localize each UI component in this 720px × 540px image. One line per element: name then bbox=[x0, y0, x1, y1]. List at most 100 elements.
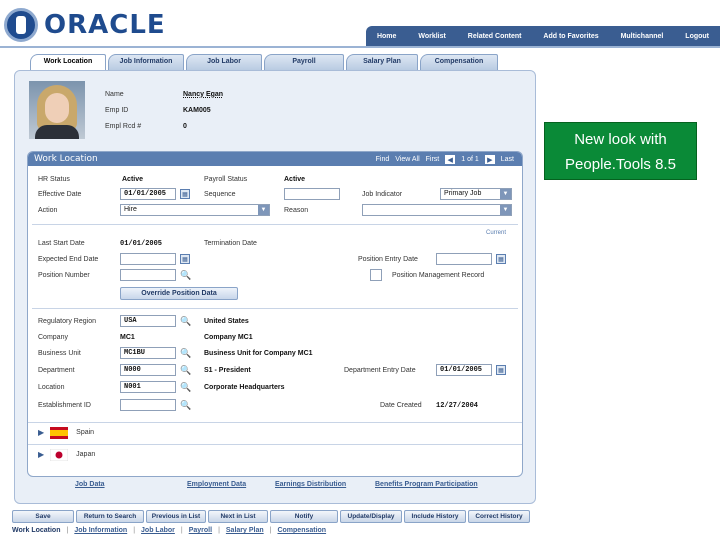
nav-add-favorites-link[interactable]: Add to Favorites bbox=[543, 33, 598, 40]
calendar-icon[interactable]: ▦ bbox=[180, 189, 190, 199]
last-link[interactable]: Last bbox=[501, 156, 514, 163]
view-all-link[interactable]: View All bbox=[395, 156, 419, 163]
department-entry-date-input[interactable]: 01/01/2005 bbox=[436, 364, 492, 376]
tab-compensation[interactable]: Compensation bbox=[420, 54, 498, 70]
employment-data-link[interactable]: Employment Data bbox=[187, 481, 246, 488]
return-to-search-button[interactable]: Return to Search bbox=[76, 510, 144, 523]
position-number-label: Position Number bbox=[38, 272, 90, 279]
sequence-label: Sequence bbox=[204, 191, 236, 198]
previous-in-list-button[interactable]: Previous in List bbox=[146, 510, 206, 523]
top-navigation: Home Worklist Related Content Add to Fav… bbox=[366, 26, 720, 46]
department-label: Department bbox=[38, 367, 75, 374]
feature-callout: New look with People.Tools 8.5 bbox=[544, 122, 697, 180]
job-indicator-label: Job Indicator bbox=[362, 191, 403, 198]
position-management-label: Position Management Record bbox=[392, 272, 485, 279]
last-start-date-label: Last Start Date bbox=[38, 240, 85, 247]
search-icon[interactable]: 🔍 bbox=[180, 365, 191, 375]
regulatory-region-input[interactable]: USA bbox=[120, 315, 176, 327]
tab-work-location[interactable]: Work Location bbox=[30, 54, 106, 70]
include-history-button[interactable]: Include History bbox=[404, 510, 466, 523]
language-row-japan[interactable]: ▶ Japan bbox=[28, 444, 522, 464]
expand-triangle-icon[interactable]: ▶ bbox=[38, 450, 44, 459]
earnings-distribution-link[interactable]: Earnings Distribution bbox=[275, 481, 346, 488]
row-position: 1 of 1 bbox=[461, 156, 479, 163]
emp-id-value: KAM005 bbox=[183, 107, 211, 114]
search-icon[interactable]: 🔍 bbox=[180, 270, 191, 280]
department-description: S1 - President bbox=[204, 367, 251, 374]
tab-job-labor[interactable]: Job Labor bbox=[186, 54, 262, 70]
nav-multichannel-link[interactable]: Multichannel bbox=[621, 33, 664, 40]
search-icon[interactable]: 🔍 bbox=[180, 316, 191, 326]
nav-logout-link[interactable]: Logout bbox=[685, 33, 709, 40]
reason-select[interactable]: ▼ bbox=[362, 204, 512, 216]
override-position-data-button[interactable]: Override Position Data bbox=[120, 287, 238, 300]
previous-row-icon[interactable]: ◀ bbox=[445, 155, 456, 164]
position-number-input[interactable] bbox=[120, 269, 176, 281]
language-name: Japan bbox=[76, 451, 96, 458]
name-label: Name bbox=[105, 91, 124, 98]
position-management-checkbox[interactable] bbox=[370, 269, 382, 281]
establishment-id-input[interactable] bbox=[120, 399, 176, 411]
bottom-link-compensation[interactable]: Compensation bbox=[277, 527, 326, 534]
bottom-link-job-information[interactable]: Job Information bbox=[74, 527, 127, 534]
date-created-value: 12/27/2004 bbox=[436, 402, 479, 410]
employee-name[interactable]: Nancy Egan bbox=[183, 91, 223, 98]
language-row-spain[interactable]: ▶ Spain bbox=[28, 422, 522, 442]
tab-job-information[interactable]: Job Information bbox=[108, 54, 184, 70]
bottom-link-job-labor[interactable]: Job Labor bbox=[141, 527, 175, 534]
tab-payroll[interactable]: Payroll bbox=[264, 54, 344, 70]
section-divider bbox=[32, 308, 518, 309]
empl-rcd-label: Empl Rcd # bbox=[105, 123, 142, 130]
business-unit-input[interactable]: MC1BU bbox=[120, 347, 176, 359]
calendar-icon[interactable]: ▦ bbox=[180, 254, 190, 264]
establishment-id-label: Establishment ID bbox=[38, 402, 91, 409]
effective-date-input[interactable]: 01/01/2005 bbox=[120, 188, 176, 200]
spain-flag-icon bbox=[50, 426, 69, 439]
work-location-section: Work Location Find View All First ◀ 1 of… bbox=[27, 151, 523, 477]
location-input[interactable]: N001 bbox=[120, 381, 176, 393]
page-tabs: Work Location Job Information Job Labor … bbox=[30, 54, 498, 70]
update-display-button[interactable]: Update/Display bbox=[340, 510, 402, 523]
calendar-icon[interactable]: ▦ bbox=[496, 365, 506, 375]
benefits-program-link[interactable]: Benefits Program Participation bbox=[375, 481, 478, 488]
nav-worklist-link[interactable]: Worklist bbox=[418, 33, 446, 40]
work-location-header: Work Location Find View All First ◀ 1 of… bbox=[28, 152, 522, 166]
nav-home-link[interactable]: Home bbox=[377, 33, 396, 40]
job-indicator-select[interactable]: Primary Job ▼ bbox=[440, 188, 512, 200]
current-indicator: Current bbox=[486, 230, 507, 236]
oracle-emblem-icon bbox=[4, 8, 38, 42]
notify-button[interactable]: Notify bbox=[270, 510, 338, 523]
chevron-down-icon: ▼ bbox=[500, 189, 511, 199]
chevron-down-icon: ▼ bbox=[258, 205, 269, 215]
expand-triangle-icon[interactable]: ▶ bbox=[38, 428, 44, 437]
correct-history-button[interactable]: Correct History bbox=[468, 510, 530, 523]
save-button[interactable]: Save bbox=[12, 510, 74, 523]
job-data-panel: Name Nancy Egan Emp ID KAM005 Empl Rcd #… bbox=[14, 70, 536, 504]
payroll-status-value: Active bbox=[284, 176, 306, 183]
department-input[interactable]: N000 bbox=[120, 364, 176, 376]
nav-related-content-link[interactable]: Related Content bbox=[468, 33, 522, 40]
bottom-link-salary-plan[interactable]: Salary Plan bbox=[226, 527, 264, 534]
work-location-title: Work Location bbox=[34, 154, 98, 164]
first-link[interactable]: First bbox=[426, 156, 440, 163]
empl-rcd-value: 0 bbox=[183, 123, 187, 130]
company-description: Company MC1 bbox=[204, 334, 253, 341]
find-link[interactable]: Find bbox=[376, 156, 390, 163]
action-value: Hire bbox=[124, 206, 137, 213]
next-in-list-button[interactable]: Next in List bbox=[208, 510, 268, 523]
search-icon[interactable]: 🔍 bbox=[180, 400, 191, 410]
chevron-down-icon: ▼ bbox=[500, 205, 511, 215]
next-row-icon[interactable]: ▶ bbox=[484, 155, 495, 164]
bottom-link-payroll[interactable]: Payroll bbox=[189, 527, 212, 534]
sequence-input[interactable] bbox=[284, 188, 340, 200]
search-icon[interactable]: 🔍 bbox=[180, 382, 191, 392]
oracle-wordmark: ORACLE bbox=[44, 10, 166, 40]
calendar-icon[interactable]: ▦ bbox=[496, 254, 506, 264]
search-icon[interactable]: 🔍 bbox=[180, 348, 191, 358]
tab-salary-plan[interactable]: Salary Plan bbox=[346, 54, 418, 70]
action-select[interactable]: Hire ▼ bbox=[120, 204, 270, 216]
effective-date-label: Effective Date bbox=[38, 191, 82, 198]
position-entry-date-input[interactable] bbox=[436, 253, 492, 265]
job-data-link[interactable]: Job Data bbox=[75, 481, 105, 488]
expected-end-date-input[interactable] bbox=[120, 253, 176, 265]
